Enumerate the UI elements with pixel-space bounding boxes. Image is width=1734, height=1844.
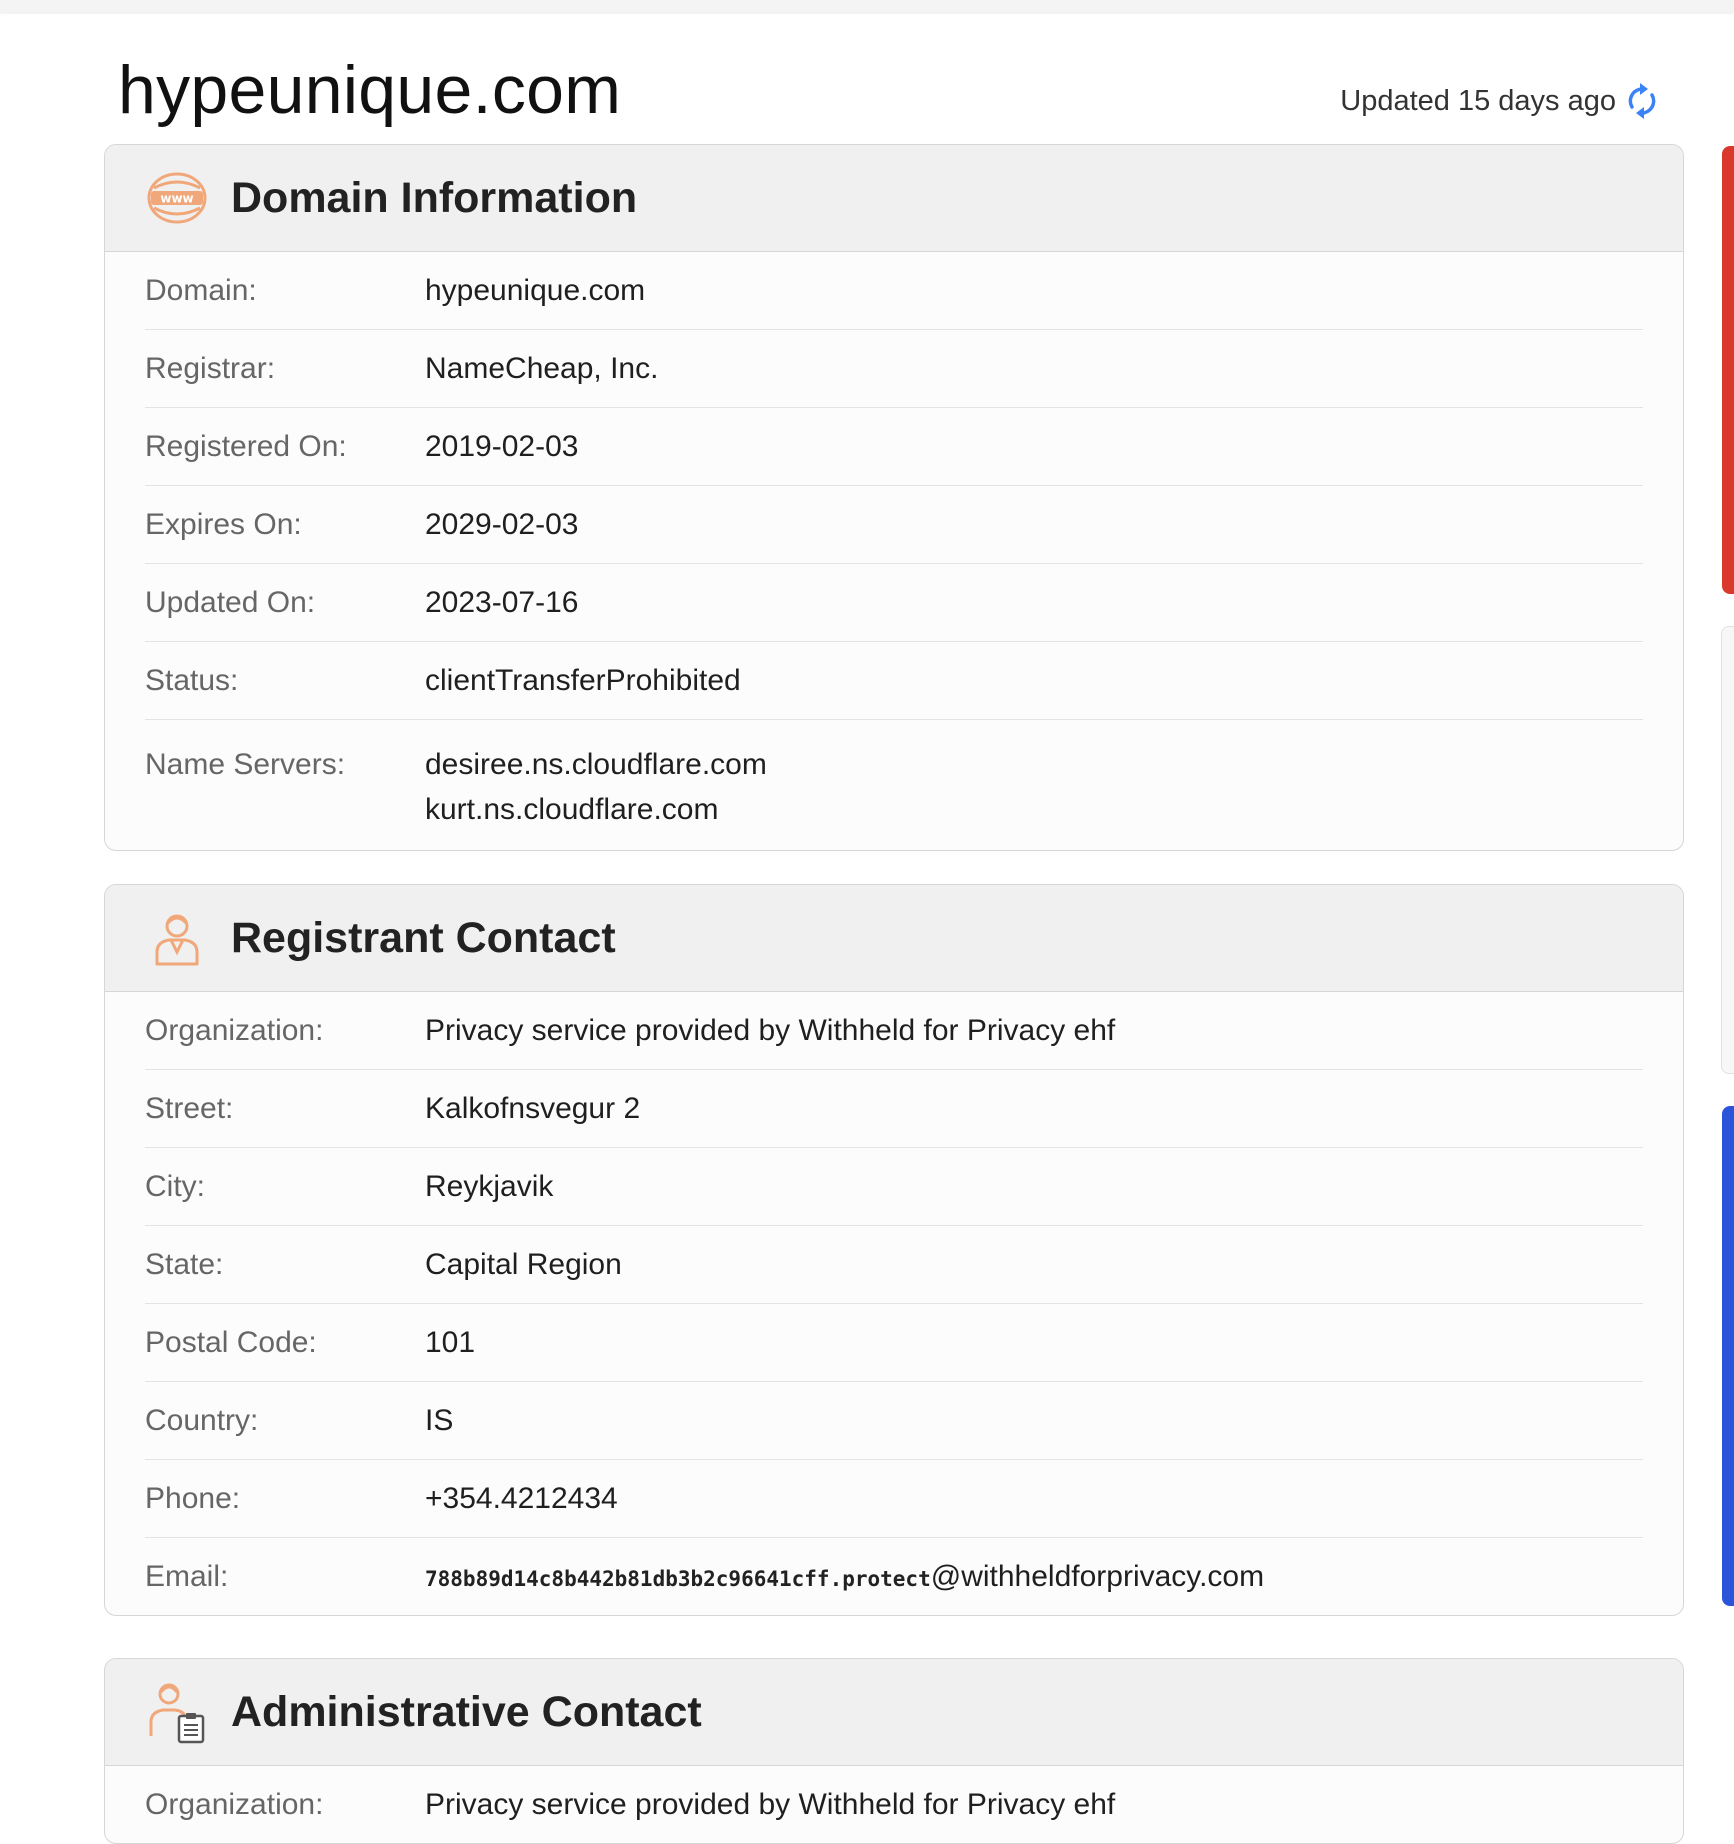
row-state: State: Capital Region (145, 1226, 1643, 1304)
row-label: Domain: (145, 273, 257, 307)
row-expires-on: Expires On: 2029-02-03 (145, 486, 1643, 564)
row-city: City: Reykjavik (145, 1148, 1643, 1226)
administrative-contact-title: Administrative Contact (231, 1687, 702, 1736)
refresh-icon[interactable] (1626, 82, 1658, 120)
row-domain: Domain: hypeunique.com (145, 252, 1643, 330)
row-registrar: Registrar: NameCheap, Inc. (145, 330, 1643, 408)
svg-text:www: www (160, 192, 193, 206)
row-label: Country: (145, 1403, 259, 1437)
row-value: 2023-07-16 (425, 585, 579, 619)
registrant-contact-card: Registrant Contact Organization: Privacy… (104, 884, 1684, 1616)
side-panel-gray[interactable] (1721, 626, 1734, 1074)
page-title: hypeunique.com (118, 52, 622, 128)
top-bar (0, 0, 1734, 12)
row-label: Updated On: (145, 585, 316, 619)
row-value: 2029-02-03 (425, 507, 579, 541)
email-value: 788b89d14c8b442b81db3b2c96641cff.protect… (425, 1560, 1264, 1594)
row-label: Postal Code: (145, 1325, 317, 1359)
row-value: Kalkofnsvegur 2 (425, 1091, 641, 1125)
administrative-contact-header: Administrative Contact (105, 1659, 1683, 1766)
row-label: Email: (145, 1559, 229, 1593)
administrative-contact-card: Administrative Contact Organization: Pri… (104, 1658, 1684, 1844)
name-server: kurt.ns.cloudflare.com (425, 793, 719, 826)
row-value: +354.4212434 (425, 1481, 618, 1515)
side-panel-red[interactable] (1722, 146, 1734, 594)
name-server-list: desiree.ns.cloudflare.com kurt.ns.cloudf… (425, 742, 767, 832)
row-value: Capital Region (425, 1247, 622, 1281)
row-phone: Phone: +354.4212434 (145, 1460, 1643, 1538)
row-label: Expires On: (145, 507, 302, 541)
person-icon (155, 914, 199, 966)
row-value: NameCheap, Inc. (425, 351, 659, 385)
row-street: Street: Kalkofnsvegur 2 (145, 1070, 1643, 1148)
row-registered-on: Registered On: 2019-02-03 (145, 408, 1643, 486)
row-label: Street: (145, 1091, 234, 1125)
row-label: Status: (145, 663, 239, 697)
row-value: clientTransferProhibited (425, 663, 741, 697)
row-value: 2019-02-03 (425, 429, 579, 463)
row-value: 101 (425, 1325, 476, 1359)
email-domain-part: @withheldforprivacy.com (930, 1559, 1265, 1593)
row-updated-on: Updated On: 2023-07-16 (145, 564, 1643, 642)
row-label: Organization: (145, 1013, 324, 1047)
row-value: Privacy service provided by Withheld for… (425, 1013, 1116, 1047)
person-clipboard-icon (149, 1683, 205, 1744)
domain-information-header: www Domain Information (105, 145, 1683, 252)
name-server: desiree.ns.cloudflare.com (425, 748, 767, 781)
row-label: Registrar: (145, 351, 276, 385)
email-local-part: 788b89d14c8b442b81db3b2c96641cff.protect (425, 1566, 931, 1591)
row-value: Privacy service provided by Withheld for… (425, 1787, 1116, 1821)
row-label: Phone: (145, 1481, 241, 1515)
registrant-contact-title: Registrant Contact (231, 913, 616, 962)
row-postal-code: Postal Code: 101 (145, 1304, 1643, 1382)
row-status: Status: clientTransferProhibited (145, 642, 1643, 720)
row-label: City: (145, 1169, 205, 1203)
row-name-servers: Name Servers: desiree.ns.cloudflare.com … (145, 720, 1643, 850)
www-globe-icon: www (147, 172, 207, 224)
row-label: Name Servers: (145, 748, 346, 781)
side-panel-blue[interactable] (1722, 1106, 1734, 1606)
row-value: hypeunique.com (425, 273, 646, 307)
updated-text: Updated 15 days ago (1340, 84, 1616, 117)
row-country: Country: IS (145, 1382, 1643, 1460)
row-value: IS (425, 1403, 454, 1437)
updated-status: Updated 15 days ago (1340, 82, 1658, 120)
row-label: Organization: (145, 1787, 324, 1821)
row-email: Email: 788b89d14c8b442b81db3b2c96641cff.… (145, 1538, 1643, 1615)
registrant-contact-header: Registrant Contact (105, 885, 1683, 992)
domain-information-card: www Domain Information Domain: hypeuniqu… (104, 144, 1684, 851)
row-organization: Organization: Privacy service provided b… (145, 1766, 1643, 1843)
domain-information-title: Domain Information (231, 173, 638, 222)
row-value: Reykjavik (425, 1169, 554, 1203)
row-label: State: (145, 1247, 224, 1281)
row-organization: Organization: Privacy service provided b… (145, 992, 1643, 1070)
row-label: Registered On: (145, 429, 347, 463)
